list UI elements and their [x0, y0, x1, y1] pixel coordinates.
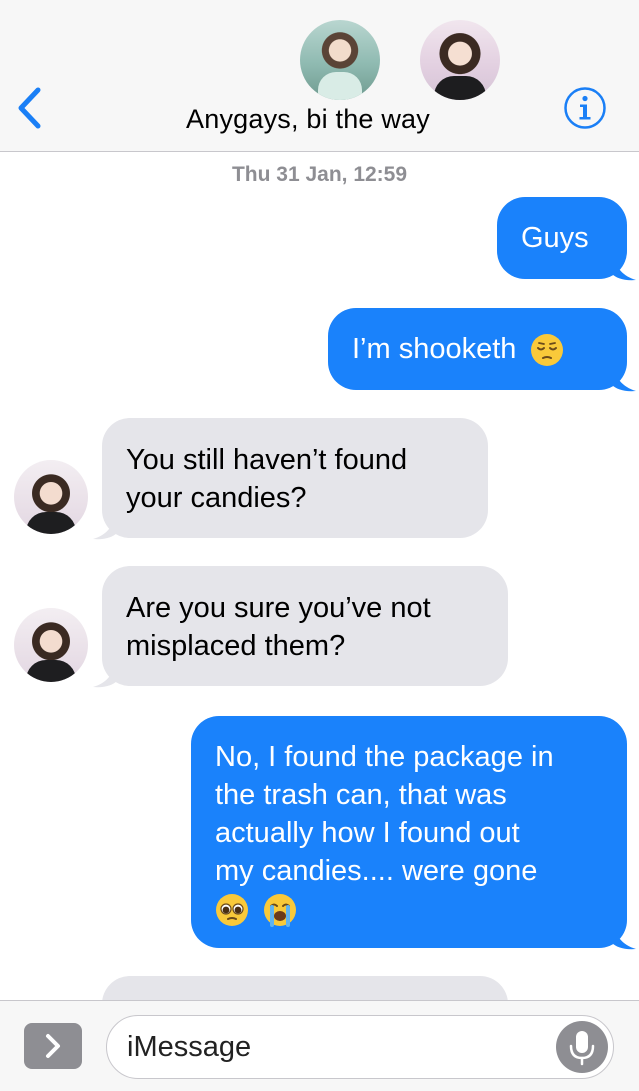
bubble-tail: [93, 657, 117, 688]
message-timestamp: Thu 31 Jan, 12:59: [231, 163, 408, 186]
group-member-avatar-2[interactable]: [420, 20, 500, 100]
loudly-crying-face-emoji: [264, 894, 297, 928]
message-composer: [0, 1000, 639, 1091]
message-text-line: actually how I found out: [215, 817, 520, 849]
message-text-line: You still haven’t found: [126, 444, 408, 476]
chevron-right-icon: [24, 1023, 82, 1069]
message-text: I’m shooketh: [352, 333, 517, 365]
pleading-face-emoji: [216, 894, 248, 927]
message-text: Guys: [521, 222, 589, 254]
bubble-tail: [93, 509, 117, 540]
sender-avatar[interactable]: [14, 460, 88, 534]
group-member-avatar-1[interactable]: [300, 20, 380, 100]
outgoing-message-bubble[interactable]: Guys: [497, 197, 627, 279]
message-text-line: misplaced them?: [126, 630, 346, 662]
microphone-icon: [556, 1021, 608, 1073]
incoming-message-bubble[interactable]: Are you sure you’ve not misplaced them?: [102, 566, 508, 686]
bubble-tail: [612, 361, 636, 392]
outgoing-message-bubble[interactable]: No, I found the package in the trash can…: [191, 716, 627, 948]
pensive-face-emoji: [531, 334, 564, 367]
message-input[interactable]: [106, 1015, 614, 1079]
microphone-button[interactable]: [556, 1021, 608, 1073]
emoji-line: [215, 890, 603, 928]
message-text-line: your candies?: [126, 482, 307, 514]
info-icon: [564, 87, 606, 129]
bubble-tail: [612, 919, 636, 950]
incoming-message-bubble[interactable]: You still haven’t found your candies?: [102, 418, 488, 538]
conversation-header: Anygays, bi the way: [0, 0, 639, 152]
apps-button[interactable]: [24, 1023, 82, 1069]
message-text-line: my candies.... were gone: [215, 855, 538, 887]
message-text-line: Are you sure you’ve not: [126, 592, 431, 624]
outgoing-message-bubble[interactable]: I’m shooketh: [328, 308, 627, 390]
message-text-line: the trash can, that was: [215, 779, 507, 811]
sender-avatar[interactable]: [14, 608, 88, 682]
info-button[interactable]: [563, 86, 607, 130]
message-text-line: No, I found the package in: [215, 741, 554, 773]
bubble-tail: [612, 250, 636, 281]
conversation-title[interactable]: Anygays, bi the way: [0, 104, 616, 135]
